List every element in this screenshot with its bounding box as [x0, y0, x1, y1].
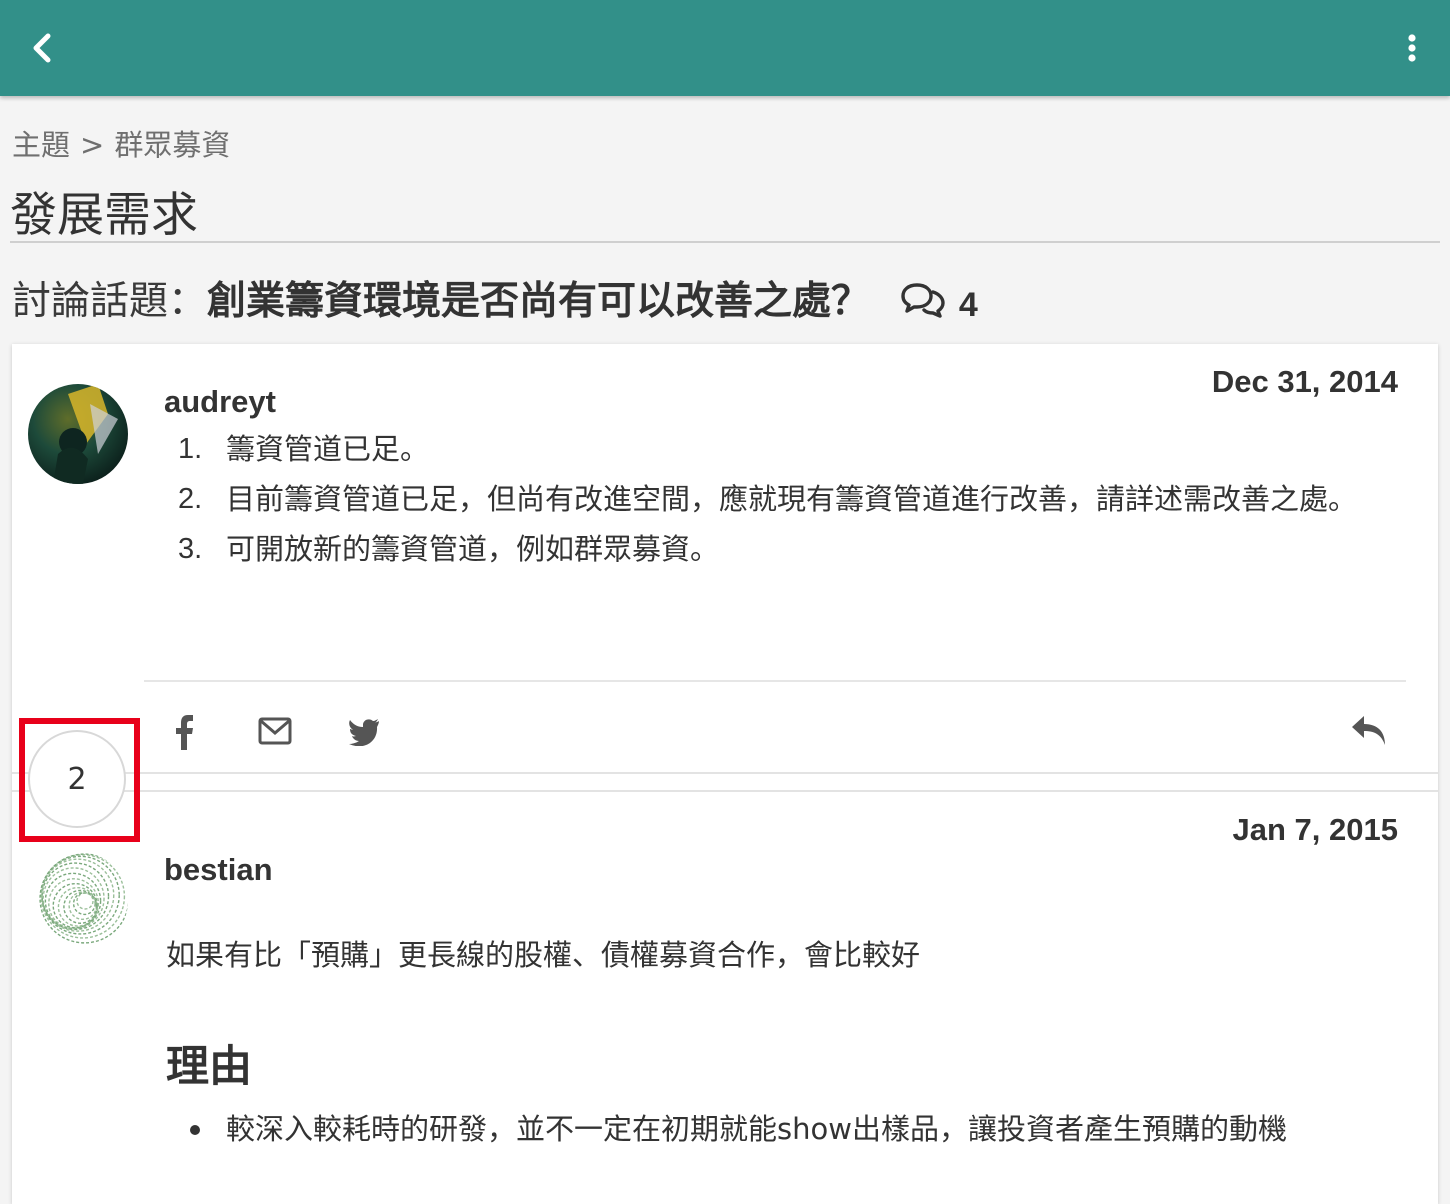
facebook-share-button[interactable] [172, 712, 196, 756]
reason-list: 較深入較耗時的研發，並不一定在初期就能show出樣品，讓投資者產生預購的動機 [178, 1104, 1388, 1154]
title-divider [10, 241, 1440, 243]
page-title: 發展需求 [10, 188, 198, 243]
list-item-text: 籌資管道已足。 [226, 432, 430, 466]
list-item: 1. 籌資管道已足。 [178, 424, 1388, 474]
topic-name: 創業籌資環境是否尚有可以改善之處？ [207, 279, 871, 324]
mail-icon [258, 717, 292, 745]
post-separator-top [12, 772, 1438, 774]
highlight-box [19, 718, 140, 842]
post-author[interactable]: bestian [164, 852, 273, 888]
post-section-heading: 理由 [166, 1042, 252, 1092]
post-separator-bottom [12, 790, 1438, 792]
topic-heading: 討論話題：創業籌資環境是否尚有可以改善之處？ 4 [12, 270, 978, 326]
comment-count-value: 4 [958, 286, 978, 324]
posts-card: audreyt Dec 31, 2014 1. 籌資管道已足。 2. 目前籌資管道已… [12, 344, 1438, 1204]
facebook-icon [176, 715, 193, 750]
reply-button[interactable] [1350, 714, 1388, 752]
list-item-number: 1. [178, 433, 203, 465]
list-item-text: 較深入較耗時的研發，並不一定在初期就能show出樣品，讓投資者產生預購的動機 [226, 1112, 1287, 1146]
post-body-text: 如果有比「預購」更長線的股權、債權募資合作，會比較好 [166, 938, 921, 972]
avatar-image-bestian [30, 852, 128, 950]
reply-icon [1352, 716, 1385, 745]
breadcrumb-separator: > [80, 128, 105, 162]
post-actions-divider [144, 680, 1406, 682]
comment-count[interactable]: 4 [900, 281, 978, 326]
breadcrumb-root-link[interactable]: 主題 [12, 128, 70, 162]
more-options-button[interactable] [1396, 26, 1428, 70]
list-item-number: 3. [178, 533, 203, 565]
list-item-number: 2. [178, 483, 203, 515]
avatar[interactable] [30, 852, 128, 950]
twitter-share-button[interactable] [348, 718, 380, 750]
breadcrumb-current-link[interactable]: 群眾募資 [114, 128, 230, 162]
more-vertical-icon [1408, 34, 1416, 62]
avatar[interactable] [28, 384, 128, 484]
back-button[interactable] [24, 26, 64, 70]
avatar-image-audreyt [28, 384, 128, 484]
post-date: Jan 7, 2015 [1232, 812, 1398, 847]
list-item: 2. 目前籌資管道已足，但尚有改進空間，應就現有籌資管道進行改善，請詳述需改善之處… [178, 474, 1388, 524]
post-date: Dec 31, 2014 [1211, 364, 1398, 399]
comments-icon [901, 283, 946, 318]
topic-prefix: 討論話題： [12, 279, 208, 324]
twitter-icon [349, 719, 379, 747]
post-body-list: 1. 籌資管道已足。 2. 目前籌資管道已足，但尚有改進空間，應就現有籌資管道進行改… [178, 424, 1388, 574]
list-item-text: 可開放新的籌資管道，例如群眾募資。 [226, 532, 720, 566]
list-item: 3. 可開放新的籌資管道，例如群眾募資。 [178, 524, 1388, 574]
chevron-left-icon [33, 33, 51, 63]
email-share-button[interactable] [258, 716, 292, 750]
breadcrumb: 主題 > 群眾募資 [12, 122, 230, 164]
post-author[interactable]: audreyt [164, 384, 276, 420]
bullet-icon [190, 1125, 200, 1135]
app-bar [0, 0, 1450, 96]
list-item: 較深入較耗時的研發，並不一定在初期就能show出樣品，讓投資者產生預購的動機 [178, 1104, 1388, 1154]
list-item-text: 目前籌資管道已足，但尚有改進空間，應就現有籌資管道進行改善，請詳述需改善之處。 [226, 482, 1358, 516]
